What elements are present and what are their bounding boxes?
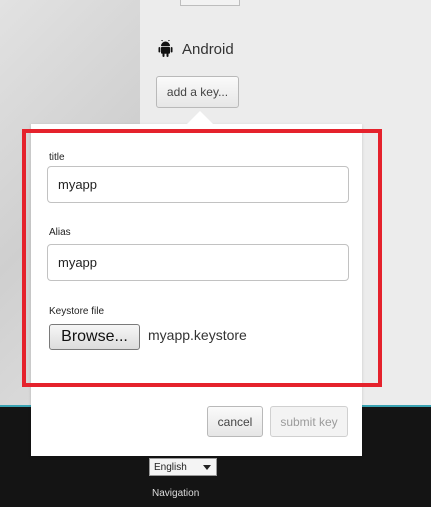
dialog-pointer bbox=[186, 111, 214, 125]
android-icon bbox=[158, 40, 173, 57]
cancel-button[interactable]: cancel bbox=[207, 406, 263, 437]
title-label: title bbox=[49, 152, 65, 163]
platform-name: Android bbox=[182, 40, 234, 58]
language-select[interactable]: English bbox=[149, 458, 217, 476]
submit-key-button[interactable]: submit key bbox=[270, 406, 348, 437]
alias-label: Alias bbox=[49, 227, 71, 238]
chevron-down-icon bbox=[203, 465, 211, 470]
title-input[interactable] bbox=[47, 166, 349, 203]
keystore-label: Keystore file bbox=[49, 306, 105, 317]
keystore-filename: myapp.keystore bbox=[148, 327, 247, 343]
add-key-button[interactable]: add a key... bbox=[156, 76, 239, 108]
language-value: English bbox=[154, 461, 187, 473]
alias-input[interactable] bbox=[47, 244, 349, 281]
platform-header: Android bbox=[158, 40, 234, 58]
browse-button[interactable]: Browse... bbox=[49, 324, 140, 350]
top-tab bbox=[180, 0, 240, 6]
navigation-label: Navigation bbox=[152, 488, 200, 499]
